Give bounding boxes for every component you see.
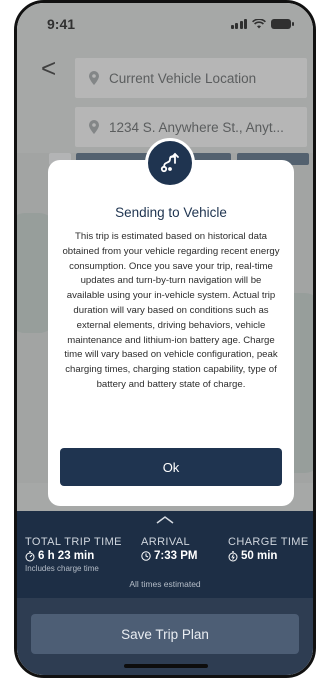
trip-summary-panel: TOTAL TRIP TIME 6 h 23 min Includes char… <box>17 511 313 598</box>
chevron-up-icon <box>156 516 174 524</box>
clock-icon <box>141 551 151 561</box>
estimate-note: All times estimated <box>129 579 201 589</box>
dialog-title: Sending to Vehicle <box>115 205 227 220</box>
ok-button[interactable]: Ok <box>60 448 282 486</box>
save-trip-plan-button[interactable]: Save Trip Plan <box>31 614 299 654</box>
home-indicator[interactable] <box>124 664 208 668</box>
total-trip-time-label: TOTAL TRIP TIME <box>25 536 122 548</box>
total-trip-time: TOTAL TRIP TIME 6 h 23 min Includes char… <box>25 536 122 573</box>
total-trip-time-value: 6 h 23 min <box>38 550 95 562</box>
charge-time-value: 50 min <box>241 550 278 562</box>
screen: 9:41 < Current Vehicle Location 1234 S. … <box>17 3 313 675</box>
dialog-body: This trip is estimated based on historic… <box>62 231 280 390</box>
charge-included-note: Includes charge time <box>25 564 99 573</box>
bottom-action-bar: Save Trip Plan <box>17 598 313 675</box>
expand-panel-button[interactable] <box>17 515 313 525</box>
total-trip-time-value-row: 6 h 23 min <box>25 550 122 562</box>
charge-time-label: CHARGE TIME <box>228 536 309 548</box>
charge-time: CHARGE TIME 50 min <box>228 536 309 562</box>
stopwatch-icon <box>25 550 35 561</box>
arrival-value: 7:33 PM <box>154 550 198 562</box>
arrival-value-row: 7:33 PM <box>141 550 197 562</box>
route-send-icon <box>145 138 195 188</box>
arrival-time: ARRIVAL 7:33 PM <box>141 536 197 562</box>
charge-timer-icon <box>228 550 238 561</box>
phone-frame: 9:41 < Current Vehicle Location 1234 S. … <box>14 0 316 678</box>
arrival-label: ARRIVAL <box>141 536 191 548</box>
charge-time-value-row: 50 min <box>228 550 309 562</box>
sending-to-vehicle-dialog: Sending to Vehicle This trip is estimate… <box>48 138 294 506</box>
